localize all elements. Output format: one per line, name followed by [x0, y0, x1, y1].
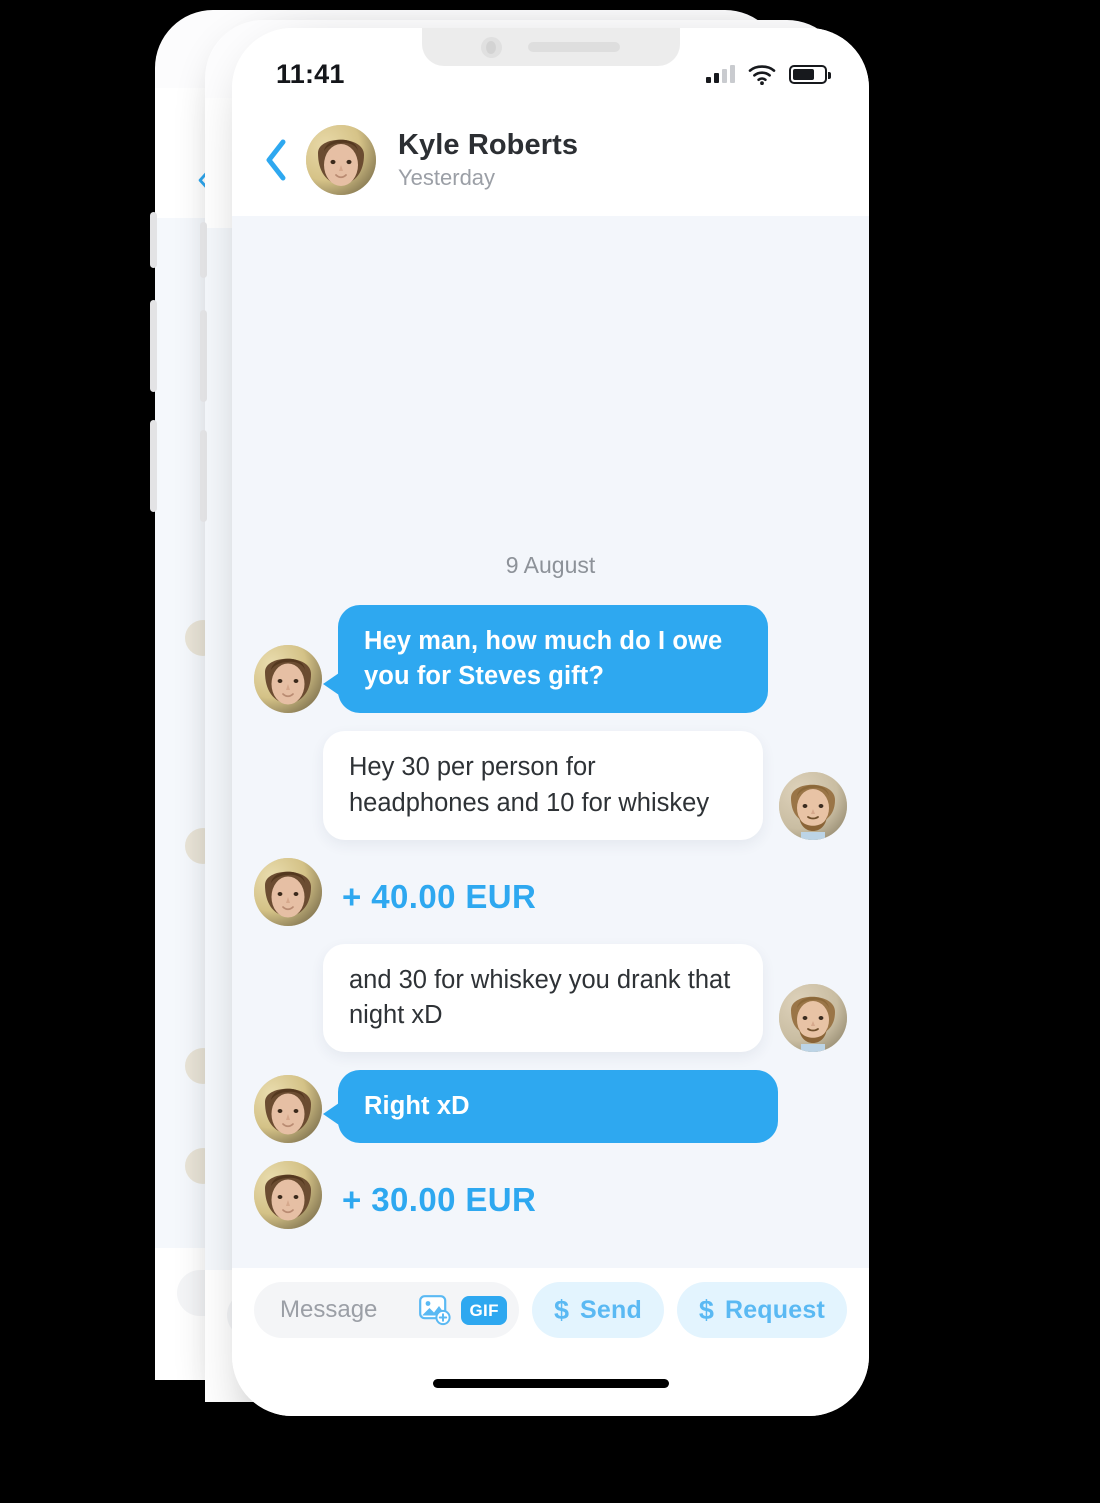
home-indicator[interactable] — [432, 1379, 669, 1388]
phone-notch — [421, 28, 680, 66]
phone-volume-up-button — [150, 300, 157, 392]
status-clock: 11:41 — [276, 58, 345, 89]
contact-name: Kyle Roberts — [398, 129, 579, 162]
phone-screen: 11:41 Kyle Roberts Yesterday 9 August He… — [232, 28, 869, 1416]
screenshot-stage: ‹ ‹ 11:41 — [0, 0, 1100, 1503]
message-row: and 30 for whiskey you drank that night … — [254, 943, 847, 1053]
gif-button[interactable]: GIF — [461, 1295, 507, 1325]
kyle-avatar[interactable] — [254, 857, 322, 926]
signal-bars-icon — [706, 65, 735, 83]
message-placeholder: Message — [280, 1296, 378, 1323]
message-bubble[interactable]: Hey 30 per person for headphones and 10 … — [323, 731, 763, 840]
message-bubble[interactable]: Right xD — [323, 1070, 778, 1144]
back-chevron-icon[interactable] — [254, 139, 298, 181]
wifi-icon — [748, 64, 776, 85]
friend-avatar[interactable] — [779, 984, 847, 1053]
front-camera-icon — [481, 36, 502, 58]
phone-mute-switch — [150, 212, 157, 268]
chat-header: Kyle Roberts Yesterday — [232, 104, 869, 216]
amount-row: + 40.00 EUR — [254, 857, 847, 926]
request-money-button[interactable]: $ Request — [676, 1282, 847, 1338]
earpiece-speaker — [528, 42, 620, 52]
phone-volume-down-button — [200, 430, 207, 522]
kyle-avatar[interactable] — [254, 1161, 322, 1230]
image-upload-icon[interactable] — [418, 1293, 452, 1327]
message-bubble[interactable]: and 30 for whiskey you drank that night … — [323, 943, 763, 1053]
send-money-button[interactable]: $ Send — [531, 1282, 664, 1338]
message-bubble[interactable]: Hey man, how much do I owe you for Steve… — [323, 605, 768, 714]
phone-volume-down-button — [150, 420, 157, 512]
message-row: Hey man, how much do I owe you for Steve… — [254, 605, 847, 714]
amount-row: + 30.00 EUR — [254, 1161, 847, 1230]
contact-last-seen: Yesterday — [398, 165, 496, 191]
chat-message-list[interactable]: 9 August Hey man, how much do I owe you … — [232, 216, 869, 1268]
message-row: Right xD — [254, 1070, 847, 1144]
message-input-field[interactable]: Message GIF — [254, 1282, 519, 1338]
transaction-amount[interactable]: + 40.00 EUR — [342, 878, 536, 926]
dollar-icon: $ — [698, 1294, 714, 1325]
dollar-icon: $ — [553, 1294, 569, 1325]
date-separator: 9 August — [505, 552, 596, 578]
phone-mute-switch — [200, 222, 207, 278]
message-row: Hey 30 per person for headphones and 10 … — [254, 731, 847, 840]
input-icons: GIF — [418, 1293, 507, 1327]
contact-avatar[interactable] — [306, 125, 376, 195]
battery-icon — [789, 64, 831, 84]
send-button-label: Send — [580, 1295, 642, 1324]
kyle-avatar[interactable] — [254, 645, 322, 714]
status-icons — [706, 64, 831, 85]
phone-volume-up-button — [200, 310, 207, 402]
transaction-amount[interactable]: + 30.00 EUR — [342, 1181, 536, 1229]
header-text-block: Kyle Roberts Yesterday — [398, 128, 578, 192]
message-input-bar: Message GIF $ Send $ Request — [232, 1268, 869, 1416]
request-button-label: Request — [724, 1295, 825, 1324]
friend-avatar[interactable] — [779, 771, 847, 840]
kyle-avatar[interactable] — [254, 1075, 322, 1144]
